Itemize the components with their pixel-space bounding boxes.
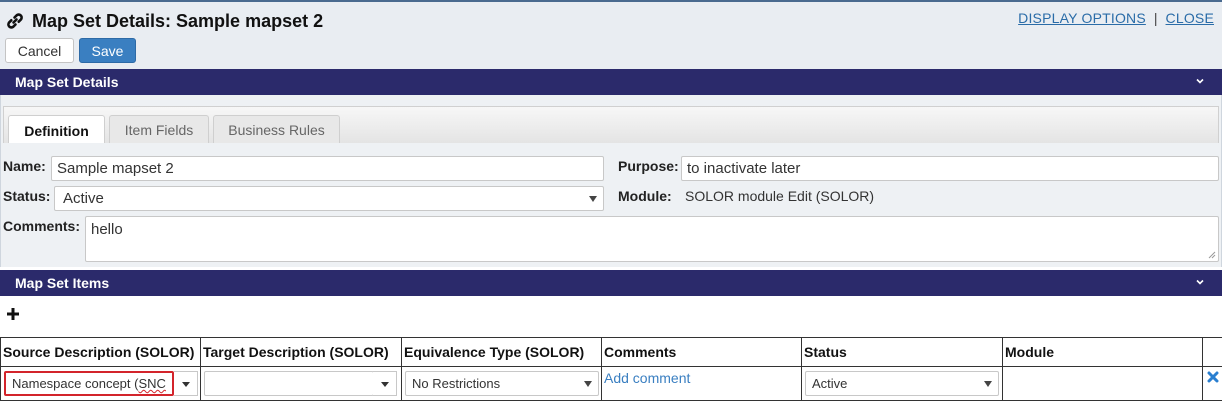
delete-x-icon[interactable]: [1207, 371, 1219, 383]
target-combo-input[interactable]: [204, 371, 374, 396]
comments-field[interactable]: hello: [85, 216, 1219, 262]
row-status-select[interactable]: Active: [805, 371, 999, 396]
link-separator: |: [1153, 10, 1158, 26]
map-set-items-table: Source Description (SOLOR) Target Descri…: [0, 337, 1222, 401]
page-title: Map Set Details: Sample mapset 2: [32, 11, 324, 31]
resize-handle-icon[interactable]: [1208, 251, 1216, 259]
source-cell: Namespace concept (SNC: [0, 366, 201, 401]
close-link[interactable]: CLOSE: [1166, 10, 1214, 26]
caret-down-icon: [584, 381, 592, 387]
module-label: Module:: [618, 188, 672, 204]
actions-cell: [1202, 366, 1222, 401]
plus-icon[interactable]: [6, 307, 20, 321]
status-label: Status:: [3, 188, 51, 204]
chevron-down-icon[interactable]: [1194, 75, 1206, 87]
map-set-details-bar[interactable]: Map Set Details: [0, 69, 1222, 95]
source-combo-input[interactable]: Namespace concept (SNC: [4, 371, 174, 396]
name-field[interactable]: Sample mapset 2: [51, 156, 604, 181]
equivalence-cell: No Restrictions: [401, 366, 602, 401]
equivalence-value: No Restrictions: [412, 376, 501, 391]
add-comment-link[interactable]: Add comment: [604, 370, 690, 386]
comments-text: hello: [91, 221, 123, 238]
purpose-label: Purpose:: [618, 158, 679, 174]
page-header: Map Set Details: Sample mapset 2 DISPLAY…: [0, 2, 1222, 69]
caret-down-icon: [381, 382, 389, 387]
source-text-suffix: SNC: [138, 376, 166, 391]
source-combo-button[interactable]: [174, 371, 198, 396]
chevron-down-icon[interactable]: [1194, 276, 1206, 288]
save-button[interactable]: Save: [79, 38, 136, 63]
status-cell: Active: [801, 366, 1003, 401]
caret-down-icon: [589, 196, 597, 202]
column-header-source: Source Description (SOLOR): [0, 337, 201, 367]
target-cell: [200, 366, 402, 401]
caret-down-icon: [984, 381, 992, 387]
cancel-button[interactable]: Cancel: [5, 38, 74, 63]
equivalence-select[interactable]: No Restrictions: [405, 371, 599, 396]
module-value: SOLOR module Edit (SOLOR): [685, 188, 875, 204]
column-header-status: Status: [801, 337, 1003, 367]
link-icon: [7, 13, 23, 29]
target-combo-button[interactable]: [373, 371, 397, 396]
section-title: Map Set Items: [15, 275, 110, 291]
tab-definition[interactable]: Definition: [8, 115, 105, 145]
comments-label: Comments:: [3, 218, 81, 234]
map-set-items-bar[interactable]: Map Set Items: [0, 270, 1222, 296]
source-text-prefix: Namespace concept (: [12, 376, 139, 391]
module-cell: [1002, 366, 1203, 401]
section-title: Map Set Details: [15, 74, 119, 90]
details-panel: Definition Item Fields Business Rules Na…: [0, 95, 1222, 267]
comments-cell: Add comment: [601, 366, 802, 401]
purpose-field[interactable]: to inactivate later: [681, 156, 1219, 181]
column-header-equivalence: Equivalence Type (SOLOR): [401, 337, 602, 367]
table-header-row: Source Description (SOLOR) Target Descri…: [0, 337, 1222, 367]
status-select-value: Active: [63, 190, 104, 207]
tab-strip: Definition Item Fields Business Rules: [3, 106, 1219, 145]
column-header-comments: Comments: [601, 337, 802, 367]
column-header-actions: [1202, 337, 1222, 367]
display-options-link[interactable]: DISPLAY OPTIONS: [1018, 10, 1146, 26]
table-row: Namespace concept (SNC No Restrictions A…: [0, 366, 1222, 401]
row-status-value: Active: [812, 376, 848, 391]
tab-business-rules[interactable]: Business Rules: [213, 115, 340, 144]
status-select[interactable]: Active: [54, 186, 604, 211]
definition-form: Name: Sample mapset 2 Purpose: to inacti…: [1, 143, 1221, 267]
column-header-module: Module: [1002, 337, 1203, 367]
column-header-target: Target Description (SOLOR): [200, 337, 402, 367]
header-links: DISPLAY OPTIONS | CLOSE: [1018, 10, 1214, 26]
name-label: Name:: [3, 158, 46, 174]
caret-down-icon: [182, 382, 190, 387]
tab-item-fields[interactable]: Item Fields: [109, 115, 209, 144]
